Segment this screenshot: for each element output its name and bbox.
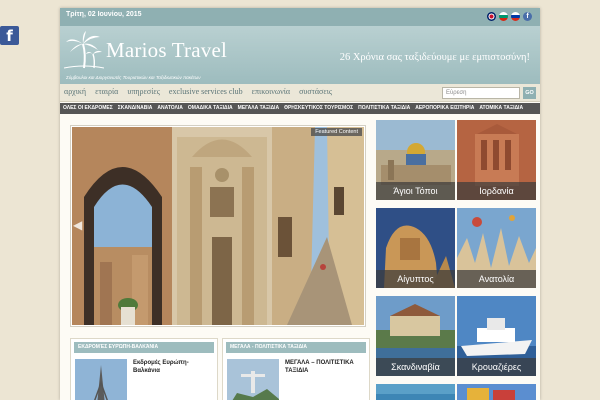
- bulgarian-flag-icon[interactable]: [499, 12, 508, 21]
- category-item[interactable]: ΜΕΓΑΛΑ ΤΑΞΙΔΙΑ: [238, 105, 279, 111]
- category-item[interactable]: ΑΤΟΜΙΚΑ ΤΑΞΙΔΙΑ: [479, 105, 523, 111]
- slider-prev-icon[interactable]: ◀: [73, 218, 82, 232]
- tile-caption: Άγιοι Τόποι: [376, 182, 455, 200]
- tile-caption: Ιορδανία: [457, 182, 536, 200]
- box-header[interactable]: ΜΕΓΑΛΑ - ΠΟΛΙΤΙΣΤΙΚΑ ΤΑΞΙΔΙΑ: [226, 342, 366, 353]
- category-item[interactable]: ΟΛΕΣ ΟΙ ΕΚΔΡΟΜΕΣ: [63, 105, 113, 111]
- english-flag-icon[interactable]: [487, 12, 496, 21]
- tile-caption: Κρουαζιέρες: [457, 358, 536, 376]
- tile-caption: Ανατολία: [457, 270, 536, 288]
- eiffel-tower-thumbnail[interactable]: [75, 359, 127, 400]
- christ-redeemer-thumbnail[interactable]: [227, 359, 279, 400]
- tile-caption: Σκανδιναβία: [376, 358, 455, 376]
- logo-subtitle: Σύμβουλοι και Διοργανωτές Τουριστικών κα…: [66, 75, 201, 80]
- search-input[interactable]: Εύρεση: [442, 87, 520, 99]
- category-item[interactable]: ΠΟΛΙΤΙΣΤΙΚΑ ΤΑΞΙΔΙΑ: [358, 105, 410, 111]
- palm-tree-icon: [64, 31, 104, 69]
- nav-item-recommendations[interactable]: συστάσεις: [299, 87, 332, 96]
- tile-holy-land[interactable]: Άγιοι Τόποι: [376, 120, 455, 200]
- nav-item-exclusive-club[interactable]: exclusive services club: [169, 87, 243, 96]
- logo-title[interactable]: Marios Travel: [106, 38, 227, 63]
- main-navigation: αρχική εταιρία υπηρεσίες exclusive servi…: [60, 84, 540, 102]
- tile-more-2[interactable]: [457, 384, 536, 400]
- nav-item-services[interactable]: υπηρεσίες: [127, 87, 160, 96]
- facebook-icon: f: [6, 27, 13, 45]
- box-header[interactable]: ΕΚΔΡΟΜΈΣ ΕΥΡΏΠΗ-ΒΑΛΚΆΝΙΑ: [74, 342, 214, 353]
- russian-flag-icon[interactable]: [511, 12, 520, 21]
- category-item[interactable]: ΑΝΑΤΟΛΙΑ: [157, 105, 182, 111]
- nav-item-contact[interactable]: επικοινωνία: [252, 87, 290, 96]
- current-date: Τρίτη, 02 Ιουνίου, 2015: [66, 11, 142, 18]
- tickets-image: [457, 384, 536, 400]
- tile-egypt[interactable]: Αίγυπτος: [376, 208, 455, 288]
- box-title[interactable]: Εκδρομές Ευρώπη-Βαλκάνια: [133, 359, 215, 375]
- tile-scandinavia[interactable]: Σκανδιναβία: [376, 296, 455, 376]
- site-header: Marios Travel Σύμβουλοι και Διοργανωτές …: [60, 26, 540, 84]
- search-go-button[interactable]: GO: [523, 87, 536, 99]
- category-navigation: ΟΛΕΣ ΟΙ ΕΚΔΡΟΜΕΣ ΣΚΑΝΔΙΝΑΒΙΑ ΑΝΑΤΟΛΙΑ ΟΜ…: [60, 103, 540, 114]
- category-item[interactable]: ΑΕΡΟΠΟΡΙΚΑ ΕΙΣΙΤΗΡΙΑ: [415, 105, 474, 111]
- category-item[interactable]: ΣΚΑΝΔΙΝΑΒΙΑ: [118, 105, 153, 111]
- featured-slider[interactable]: Featured Content ◀: [70, 125, 366, 327]
- nav-item-company[interactable]: εταιρία: [95, 87, 118, 96]
- language-switcher: f: [487, 12, 532, 21]
- box-title[interactable]: ΜΕΓΑΛΑ – ΠΟΛΙΤΙΣΤΙΚΑ ΤΑΞΙΔΙΑ: [285, 359, 367, 375]
- featured-slide-image[interactable]: [72, 127, 364, 325]
- tile-caption: Αίγυπτος: [376, 270, 455, 288]
- tile-cruises[interactable]: Κρουαζιέρες: [457, 296, 536, 376]
- facebook-icon[interactable]: f: [523, 12, 532, 21]
- big-cultural-trips-box: ΜΕΓΑΛΑ - ΠΟΛΙΤΙΣΤΙΚΑ ΤΑΞΙΔΙΑ ΜΕΓΑΛΑ – ΠΟ…: [222, 338, 370, 400]
- featured-content-badge: Featured Content: [311, 128, 362, 136]
- facebook-side-button[interactable]: f: [0, 26, 19, 45]
- tile-more-1[interactable]: [376, 384, 455, 400]
- nav-item-home[interactable]: αρχική: [64, 87, 86, 96]
- page-wrapper: Τρίτη, 02 Ιουνίου, 2015 f Marios Travel …: [60, 8, 540, 400]
- tile-jordan[interactable]: Ιορδανία: [457, 120, 536, 200]
- tile-anatolia[interactable]: Ανατολία: [457, 208, 536, 288]
- header-slogan: 26 Χρόνια σας ταξιδεύουμε με εμπιστοσύνη…: [339, 52, 530, 63]
- europe-balkans-box: ΕΚΔΡΟΜΈΣ ΕΥΡΏΠΗ-ΒΑΛΚΆΝΙΑ Εκδρομές Ευρώπη…: [70, 338, 218, 400]
- beach-image: [376, 384, 455, 400]
- top-bar: Τρίτη, 02 Ιουνίου, 2015 f: [60, 8, 540, 26]
- category-item[interactable]: ΟΜΑΔΙΚΑ ΤΑΞΙΔΙΑ: [188, 105, 233, 111]
- category-item[interactable]: ΘΡΗΣΚΕΥΤΙΚΟΣ ΤΟΥΡΙΣΜΟΣ: [284, 105, 353, 111]
